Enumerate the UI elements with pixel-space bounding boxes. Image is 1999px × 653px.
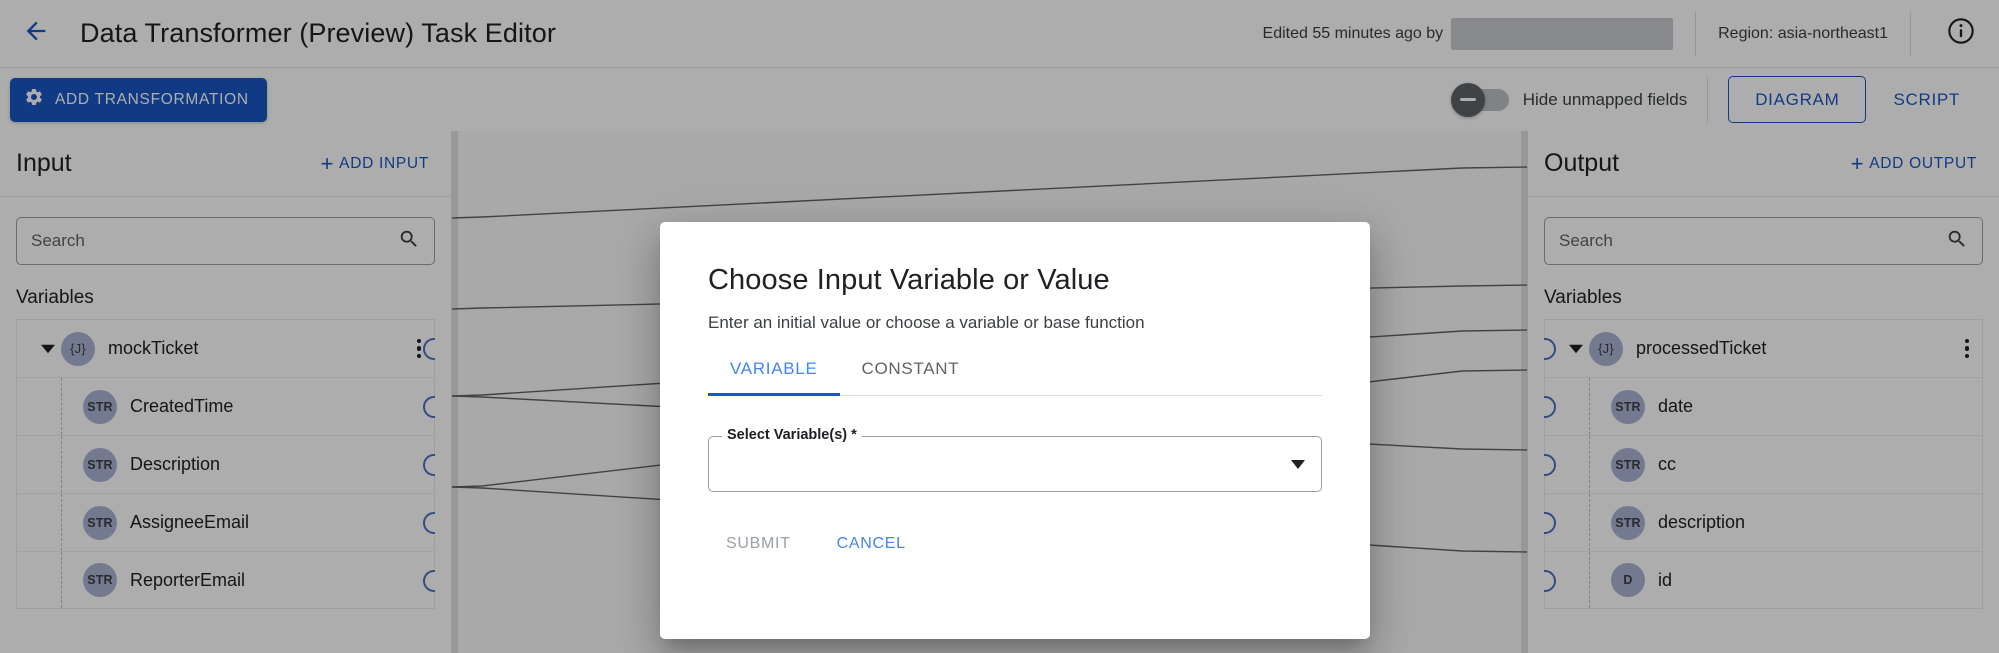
- tab-variable[interactable]: VARIABLE: [708, 359, 840, 395]
- dialog-actions: SUBMIT CANCEL: [708, 524, 1322, 564]
- screen-root: Data Transformer (Preview) Task Editor E…: [0, 0, 1999, 653]
- submit-button[interactable]: SUBMIT: [708, 524, 809, 564]
- tab-constant[interactable]: CONSTANT: [840, 359, 982, 395]
- select-variables-label: Select Variable(s) *: [722, 427, 862, 443]
- choose-input-variable-dialog: Choose Input Variable or Value Enter an …: [660, 222, 1370, 639]
- chevron-down-icon[interactable]: [1291, 460, 1305, 469]
- select-variables-field[interactable]: Select Variable(s) *: [708, 436, 1322, 492]
- dialog-subtitle: Enter an initial value or choose a varia…: [708, 313, 1322, 333]
- dialog-title: Choose Input Variable or Value: [708, 264, 1322, 297]
- dialog-tabs: VARIABLE CONSTANT: [708, 359, 1322, 396]
- cancel-button[interactable]: CANCEL: [819, 524, 924, 564]
